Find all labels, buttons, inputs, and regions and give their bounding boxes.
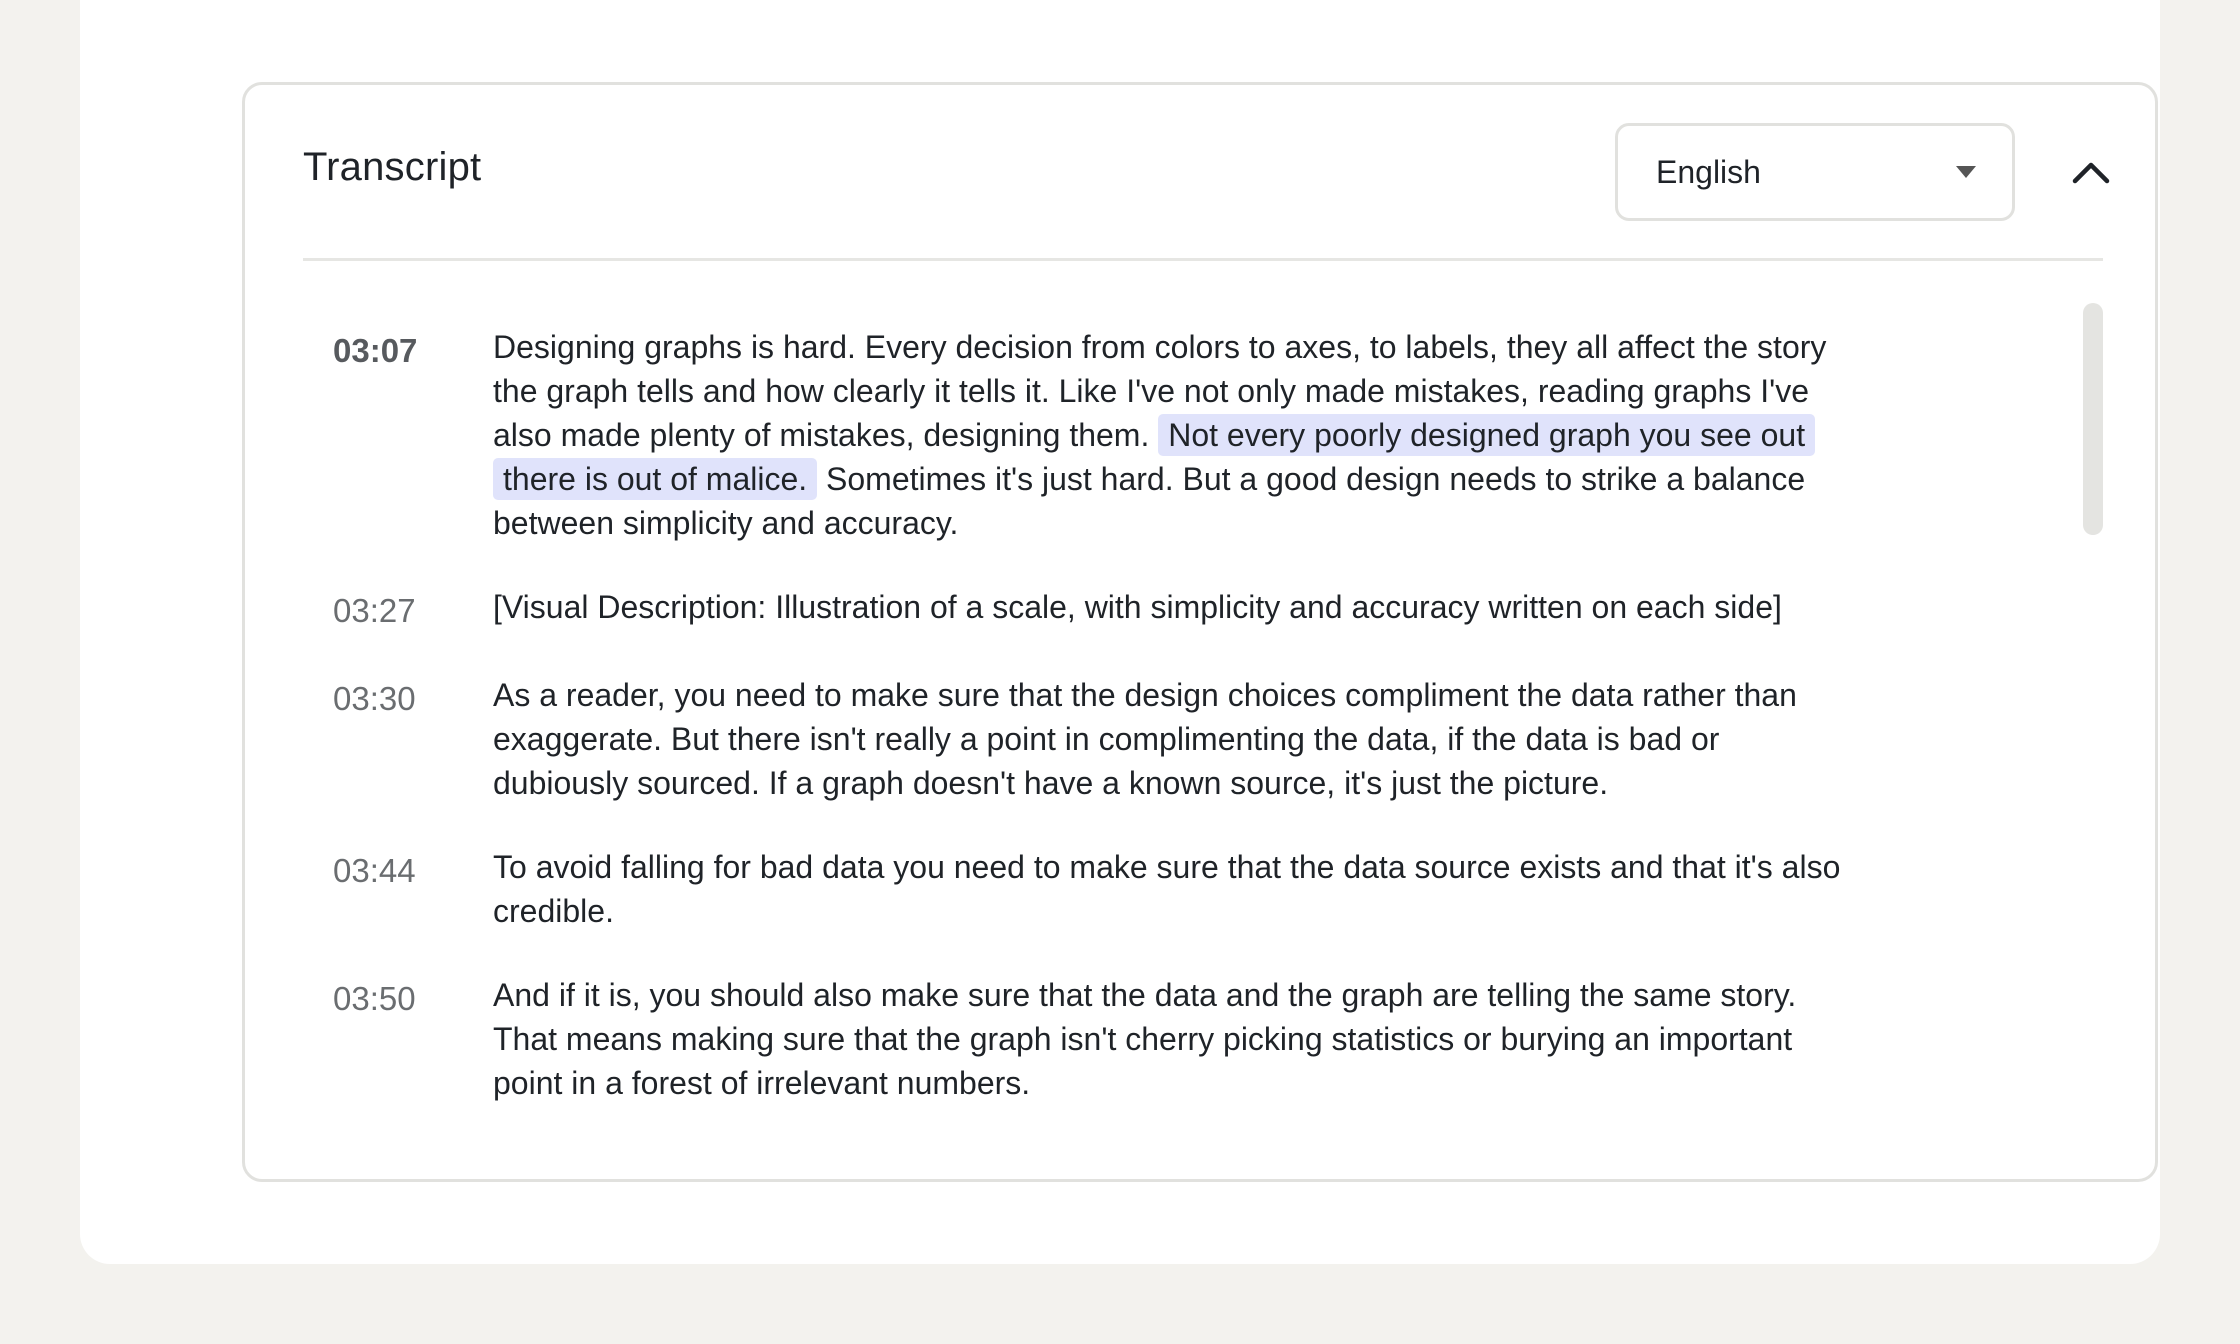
language-select[interactable]: English [1615, 123, 2015, 221]
transcript-entry: 03:27 [Visual Description: Illustration … [303, 585, 2003, 633]
timestamp-link[interactable]: 03:44 [303, 845, 493, 933]
transcript-entry: 03:07 Designing graphs is hard. Every de… [303, 325, 2003, 545]
page-card: Transcript English 03:07 Designing graph… [80, 0, 2160, 1264]
transcript-scrollbar[interactable] [2083, 303, 2103, 535]
timestamp-link[interactable]: 03:30 [303, 673, 493, 805]
chevron-up-icon [2072, 162, 2110, 184]
header-divider [303, 258, 2103, 261]
caret-down-icon [1956, 166, 1976, 178]
timestamp-link[interactable]: 03:50 [303, 973, 493, 1105]
transcript-panel: Transcript English 03:07 Designing graph… [242, 82, 2158, 1182]
transcript-entry: 03:30 As a reader, you need to make sure… [303, 673, 2003, 805]
transcript-text: As a reader, you need to make sure that … [493, 677, 1797, 801]
transcript-entry: 03:50 And if it is, you should also make… [303, 973, 2003, 1105]
transcript-entry: 03:44 To avoid falling for bad data you … [303, 845, 2003, 933]
collapse-transcript-button[interactable] [2063, 145, 2119, 201]
transcript-text: Designing graphs is hard. Every decision… [493, 325, 1863, 545]
transcript-list: 03:07 Designing graphs is hard. Every de… [303, 325, 2003, 1145]
timestamp-link[interactable]: 03:27 [303, 585, 493, 633]
transcript-title: Transcript [303, 145, 482, 189]
timestamp-link[interactable]: 03:07 [303, 325, 493, 545]
transcript-text: And if it is, you should also make sure … [493, 977, 1797, 1101]
language-select-value: English [1656, 154, 1761, 190]
transcript-text: To avoid falling for bad data you need t… [493, 849, 1841, 929]
transcript-text: [Visual Description: Illustration of a s… [493, 589, 1782, 625]
